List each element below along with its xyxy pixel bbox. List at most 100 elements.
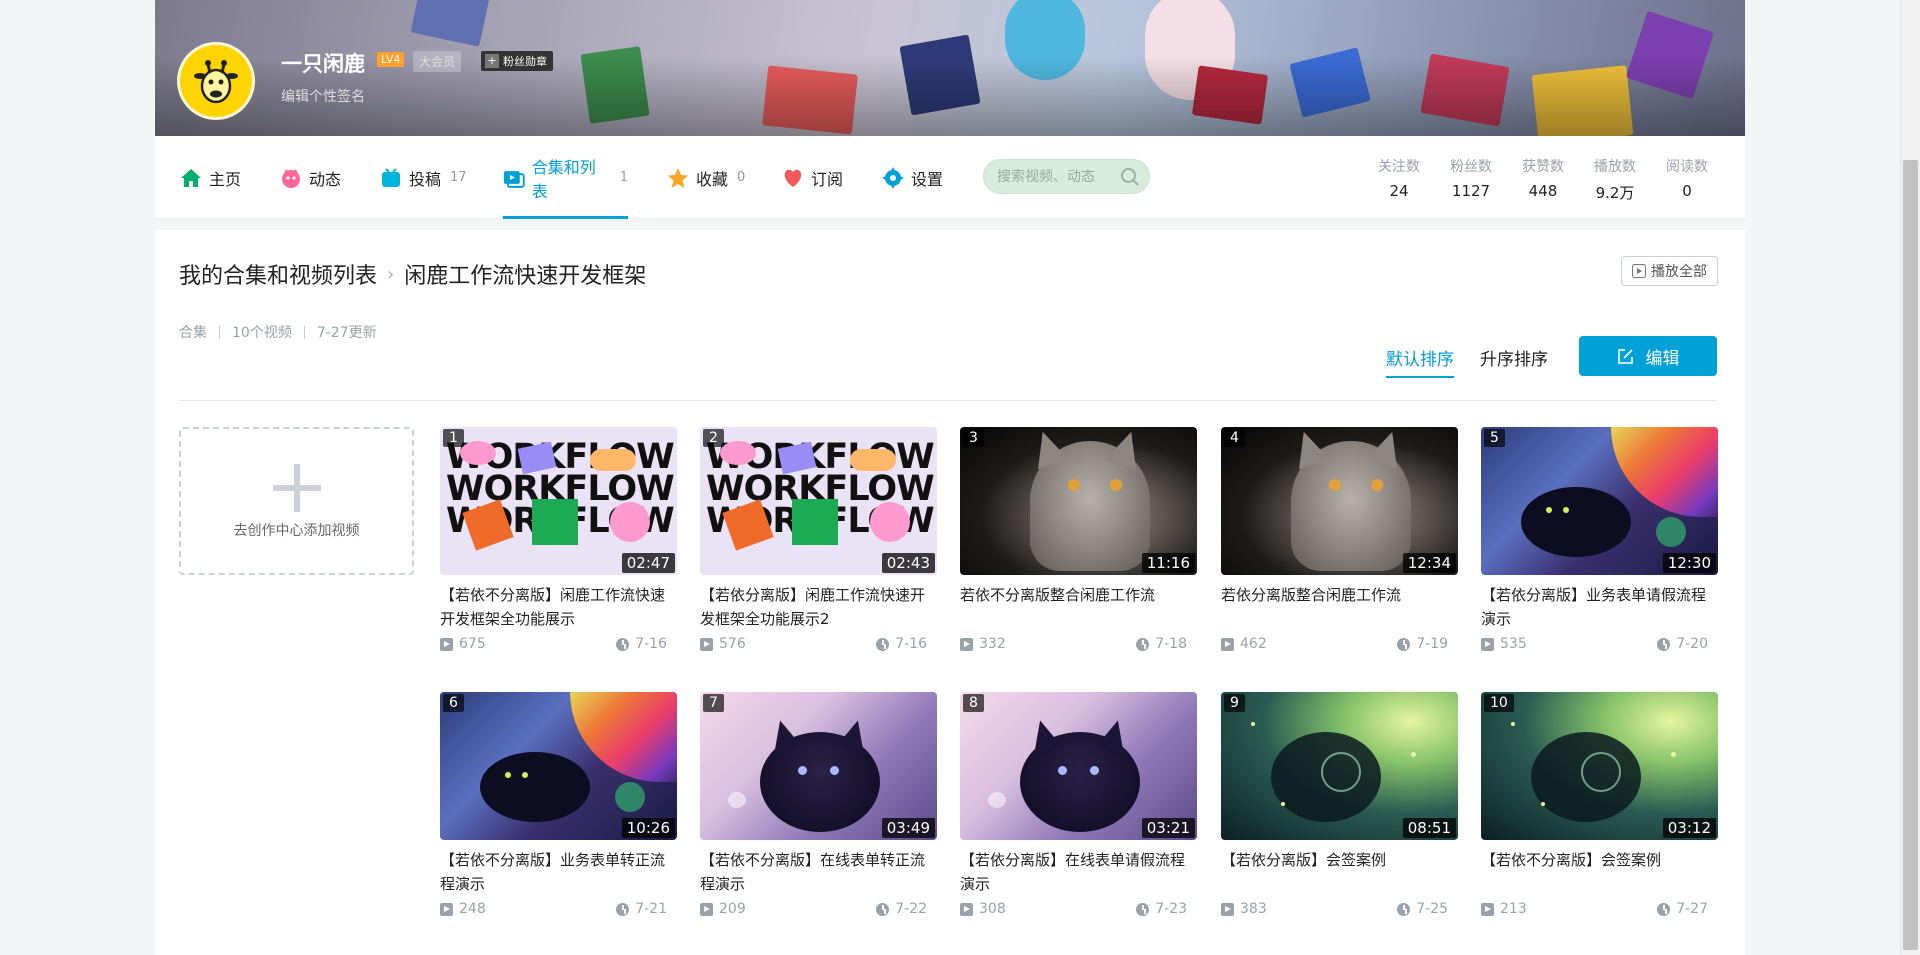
subscribe-icon [784,169,802,187]
tab-favorites[interactable]: 收藏 0 [667,136,745,219]
video-date-group: 7-23 [1136,901,1187,917]
user-stats: 关注数 24 粉丝数 1127 获赞数 448 播放数 9.2万 阅读数 0 [1363,156,1723,203]
video-date-group: 7-18 [1136,636,1187,652]
add-video-button[interactable]: 去创作中心添加视频 [179,427,414,575]
giraffe-icon [194,60,238,104]
tab-collections[interactable]: 合集和列表 1 [503,136,628,219]
video-thumbnail[interactable]: 5 12:30 [1481,427,1718,575]
video-title[interactable]: 【若依不分离版】在线表单转正流程演示 [700,848,937,896]
video-thumbnail[interactable]: 9 08:51 [1221,692,1458,840]
video-date-group: 7-16 [616,636,667,652]
video-plays: 308 [979,901,1006,917]
user-name[interactable]: 一只闲鹿 [281,48,365,78]
tab-upload[interactable]: 投稿 17 [380,136,467,219]
scrollbar-thumb[interactable] [1903,160,1918,950]
stat-following[interactable]: 关注数 24 [1363,156,1435,203]
sort-asc-button[interactable]: 升序排序 [1480,345,1548,370]
video-duration: 03:21 [1141,818,1195,838]
video-title[interactable]: 【若依分离版】业务表单请假流程演示 [1481,583,1718,631]
banner-shade [155,56,1745,136]
search-box [983,159,1150,194]
video-thumbnail[interactable]: 10 03:12 [1481,692,1718,840]
video-card[interactable]: 5 12:30 【若依分离版】业务表单请假流程演示 535 7-20 [1481,427,1718,652]
play-all-button[interactable]: 播放全部 [1621,256,1718,286]
clock-icon [1657,902,1671,916]
tab-subscribe[interactable]: 订阅 [782,136,843,219]
edit-button[interactable]: 编辑 [1579,336,1717,376]
tab-settings[interactable]: 设置 [882,136,943,219]
video-index: 5 [1484,429,1505,447]
settings-icon [882,166,904,189]
video-card[interactable]: 10 03:12 【若依不分离版】会签案例 213 7-27 [1481,692,1718,917]
clock-icon [1397,902,1411,916]
video-card[interactable]: 8 03:21 【若依分离版】在线表单请假流程演示 308 7-23 [960,692,1197,917]
breadcrumb-root[interactable]: 我的合集和视频列表 [179,258,377,290]
video-index: 8 [963,694,984,712]
fan-badge-label: 粉丝勋章 [503,55,547,68]
video-index: 10 [1484,694,1514,712]
video-title[interactable]: 【若依不分离版】会签案例 [1481,848,1718,896]
video-index: 2 [703,429,724,447]
video-thumbnail[interactable]: WORKFLOWWORKFLOWWORKFLOW 1 02:47 [440,427,677,575]
video-plays-group: 462 [1221,636,1267,652]
video-plays-group: 209 [700,901,746,917]
stat-reads: 阅读数 0 [1651,156,1723,203]
video-thumbnail[interactable]: 3 11:16 [960,427,1197,575]
video-title[interactable]: 【若依分离版】会签案例 [1221,848,1458,896]
video-card[interactable]: 4 12:34 若依分离版整合闲鹿工作流 462 7-19 [1221,427,1458,652]
video-duration: 12:30 [1662,553,1716,573]
video-card[interactable]: WORKFLOWWORKFLOWWORKFLOW 2 02:43 【若依分离版】… [700,427,937,652]
video-duration: 08:51 [1402,818,1456,838]
tab-upload-label: 投稿 [409,169,442,189]
tab-dynamic[interactable]: 动态 [280,136,341,219]
video-title[interactable]: 【若依分离版】闲鹿工作流快速开发框架全功能展示2 [700,583,937,631]
video-plays: 209 [719,901,746,917]
video-plays: 383 [1240,901,1267,917]
fan-badge[interactable]: + 粉丝勋章 [481,51,553,71]
video-plays: 675 [459,636,486,652]
tab-home[interactable]: 主页 [180,136,241,219]
page-scrollbar[interactable] [1900,0,1920,955]
vip-badge[interactable]: 大会员 [413,51,462,72]
stat-label: 粉丝数 [1450,159,1492,175]
tab-favorites-count: 0 [737,170,746,185]
video-plays-group: 535 [1481,636,1527,652]
stat-value: 0 [1682,182,1692,200]
banner-gift [410,0,490,47]
video-thumbnail[interactable]: WORKFLOWWORKFLOWWORKFLOW 2 02:43 [700,427,937,575]
video-card[interactable]: 3 11:16 若依不分离版整合闲鹿工作流 332 7-18 [960,427,1197,652]
search-button[interactable] [1120,167,1140,191]
tab-dynamic-label: 动态 [309,169,342,189]
avatar[interactable] [177,42,255,120]
upload-icon [382,167,400,187]
video-thumbnail[interactable]: 8 03:21 [960,692,1197,840]
video-title[interactable]: 【若依不分离版】闲鹿工作流快速开发框架全功能展示 [440,583,677,631]
video-thumbnail[interactable]: 7 03:49 [700,692,937,840]
stat-label: 阅读数 [1666,159,1708,175]
video-date-group: 7-20 [1657,636,1708,652]
meta-divider [219,325,220,339]
video-date-group: 7-27 [1657,901,1708,917]
video-card[interactable]: 7 03:49 【若依不分离版】在线表单转正流程演示 209 7-22 [700,692,937,917]
video-card[interactable]: WORKFLOWWORKFLOWWORKFLOW 1 02:47 【若依不分离版… [440,427,677,652]
video-card[interactable]: 6 10:26 【若依不分离版】业务表单转正流程演示 248 7-21 [440,692,677,917]
stat-fans[interactable]: 粉丝数 1127 [1435,156,1507,203]
sort-default-button[interactable]: 默认排序 [1386,345,1454,378]
play-count-icon [700,637,713,651]
video-title[interactable]: 【若依不分离版】业务表单转正流程演示 [440,848,677,896]
video-title[interactable]: 若依分离版整合闲鹿工作流 [1221,583,1458,631]
video-plays: 462 [1240,636,1267,652]
home-icon [181,168,201,187]
search-input[interactable] [997,168,1117,185]
video-title[interactable]: 若依不分离版整合闲鹿工作流 [960,583,1197,631]
video-date: 7-20 [1676,636,1708,652]
signature-edit[interactable]: 编辑个性签名 [281,86,365,106]
edit-icon [1617,348,1633,364]
play-count-icon [960,637,973,651]
video-index: 1 [443,429,464,447]
video-card[interactable]: 9 08:51 【若依分离版】会签案例 383 7-25 [1221,692,1458,917]
video-date: 7-19 [1416,636,1448,652]
video-thumbnail[interactable]: 4 12:34 [1221,427,1458,575]
video-title[interactable]: 【若依分离版】在线表单请假流程演示 [960,848,1197,896]
video-thumbnail[interactable]: 6 10:26 [440,692,677,840]
